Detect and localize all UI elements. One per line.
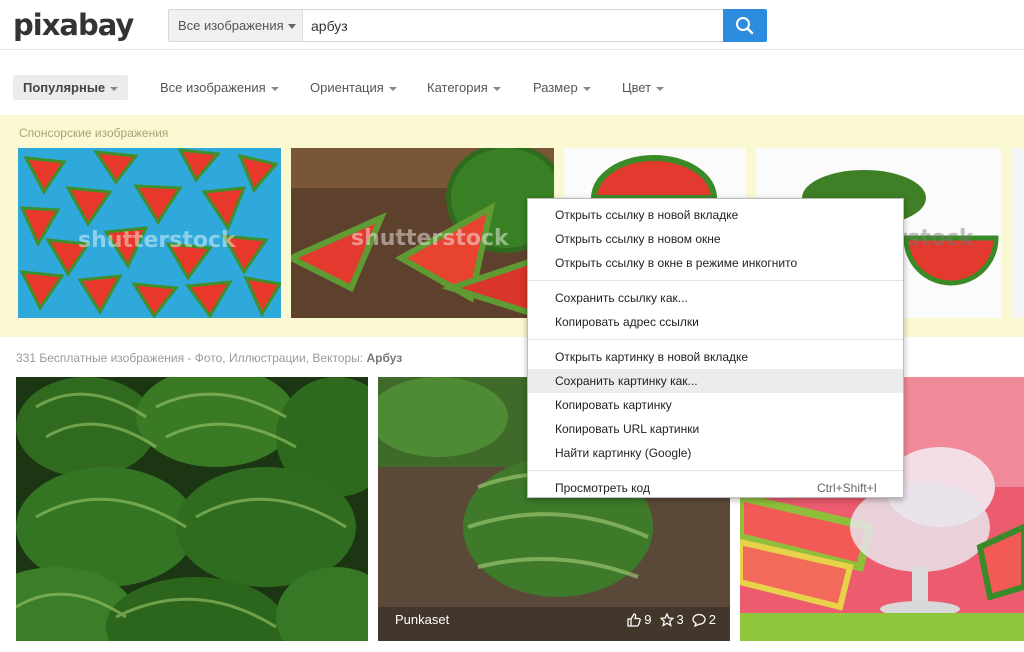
results-title: 331 Бесплатные изображения - Фото, Иллюс… [16, 351, 402, 365]
favorite-button[interactable]: 3 [659, 612, 684, 627]
result-photo-art [16, 377, 368, 641]
filter-category[interactable]: Категория [417, 75, 511, 100]
watermark: shutterstock [78, 228, 236, 253]
menu-item-label: Открыть ссылку в окне в режиме инкогнито [555, 256, 798, 270]
filter-label: Все изображения [160, 80, 266, 95]
results-query: Арбуз [366, 351, 403, 365]
filter-popular[interactable]: Популярные [13, 75, 129, 100]
filter-label: Цвет [622, 80, 652, 95]
menu-separator [528, 339, 903, 340]
filter-bar: Популярные Все изображения Ориентация Ка… [0, 70, 1024, 106]
filter-label: Популярные [23, 80, 106, 95]
photo-stats: 9 3 2 [627, 612, 716, 627]
filter-label: Размер [533, 80, 578, 95]
menu-item-label: Сохранить картинку как... [555, 374, 698, 388]
filter-color[interactable]: Цвет [612, 75, 674, 100]
favorite-count: 3 [676, 612, 684, 627]
menu-inspect[interactable]: Просмотреть код Ctrl+Shift+I [528, 476, 903, 500]
search-icon [736, 17, 754, 35]
menu-save-link-as[interactable]: Сохранить ссылку как... [528, 286, 903, 310]
menu-item-label: Копировать картинку [555, 398, 672, 412]
like-count: 9 [644, 612, 652, 627]
menu-item-label: Копировать URL картинки [555, 422, 700, 436]
menu-copy-image-url[interactable]: Копировать URL картинки [528, 417, 903, 441]
chevron-down-icon [270, 86, 279, 91]
menu-item-label: Открыть ссылку в новой вкладке [555, 208, 739, 222]
menu-search-image-google[interactable]: Найти картинку (Google) [528, 441, 903, 465]
header: pixabay Все изображения [0, 0, 1024, 50]
sponsored-image[interactable]: shutterstock [291, 148, 554, 318]
search-bar: Все изображения [168, 9, 767, 42]
results-count: 331 Бесплатные изображения - Фото, Иллюс… [16, 351, 364, 365]
menu-shortcut: Ctrl+Shift+I [816, 481, 877, 495]
filter-orientation[interactable]: Ориентация [300, 75, 407, 100]
menu-item-label: Копировать адрес ссылки [555, 315, 699, 329]
menu-copy-link-address[interactable]: Копировать адрес ссылки [528, 310, 903, 334]
sponsored-image[interactable] [1011, 148, 1024, 318]
star-icon [659, 612, 674, 627]
chevron-down-icon [492, 86, 501, 91]
chevron-down-icon [287, 24, 296, 30]
menu-copy-image[interactable]: Копировать картинку [528, 393, 903, 417]
chevron-down-icon [110, 86, 119, 91]
filter-all-images[interactable]: Все изображения [150, 75, 289, 100]
search-type-dropdown[interactable]: Все изображения [169, 10, 303, 41]
menu-open-link-new-tab[interactable]: Открыть ссылку в новой вкладке [528, 203, 903, 227]
comment-icon [692, 613, 706, 627]
chevron-down-icon [582, 86, 591, 91]
sponsored-title: Спонсорские изображения [19, 126, 169, 140]
filter-label: Ориентация [310, 80, 384, 95]
menu-separator [528, 470, 903, 471]
menu-item-label: Найти картинку (Google) [555, 446, 692, 460]
comment-count: 2 [708, 612, 716, 627]
chevron-down-icon [656, 86, 665, 91]
filter-size[interactable]: Размер [523, 75, 601, 100]
menu-separator [528, 280, 903, 281]
menu-save-image-as[interactable]: Сохранить картинку как... [528, 369, 903, 393]
menu-item-label: Открыть картинку в новой вкладке [555, 350, 749, 364]
watermark: shutterstock [351, 226, 509, 251]
menu-open-link-incognito[interactable]: Открыть ссылку в окне в режиме инкогнито [528, 251, 903, 275]
context-menu: Открыть ссылку в новой вкладке Открыть с… [527, 198, 904, 498]
photo-author[interactable]: Punkaset [395, 612, 449, 627]
pixabay-logo[interactable]: pixabay [13, 8, 134, 42]
like-button[interactable]: 9 [627, 612, 652, 627]
comment-button[interactable]: 2 [692, 612, 716, 627]
menu-open-image-new-tab[interactable]: Открыть картинку в новой вкладке [528, 345, 903, 369]
menu-item-label: Открыть ссылку в новом окне [555, 232, 721, 246]
search-input[interactable] [311, 10, 721, 41]
thumbs-up-icon [627, 612, 642, 627]
search-button[interactable] [723, 9, 767, 42]
menu-item-label: Просмотреть код [555, 481, 650, 495]
result-photo[interactable] [16, 377, 368, 641]
search-type-label: Все изображения [178, 18, 284, 33]
menu-open-link-new-window[interactable]: Открыть ссылку в новом окне [528, 227, 903, 251]
menu-item-label: Сохранить ссылку как... [555, 291, 688, 305]
sponsored-image[interactable]: shutterstock [18, 148, 281, 318]
chevron-down-icon [388, 86, 397, 91]
filter-label: Категория [427, 80, 488, 95]
